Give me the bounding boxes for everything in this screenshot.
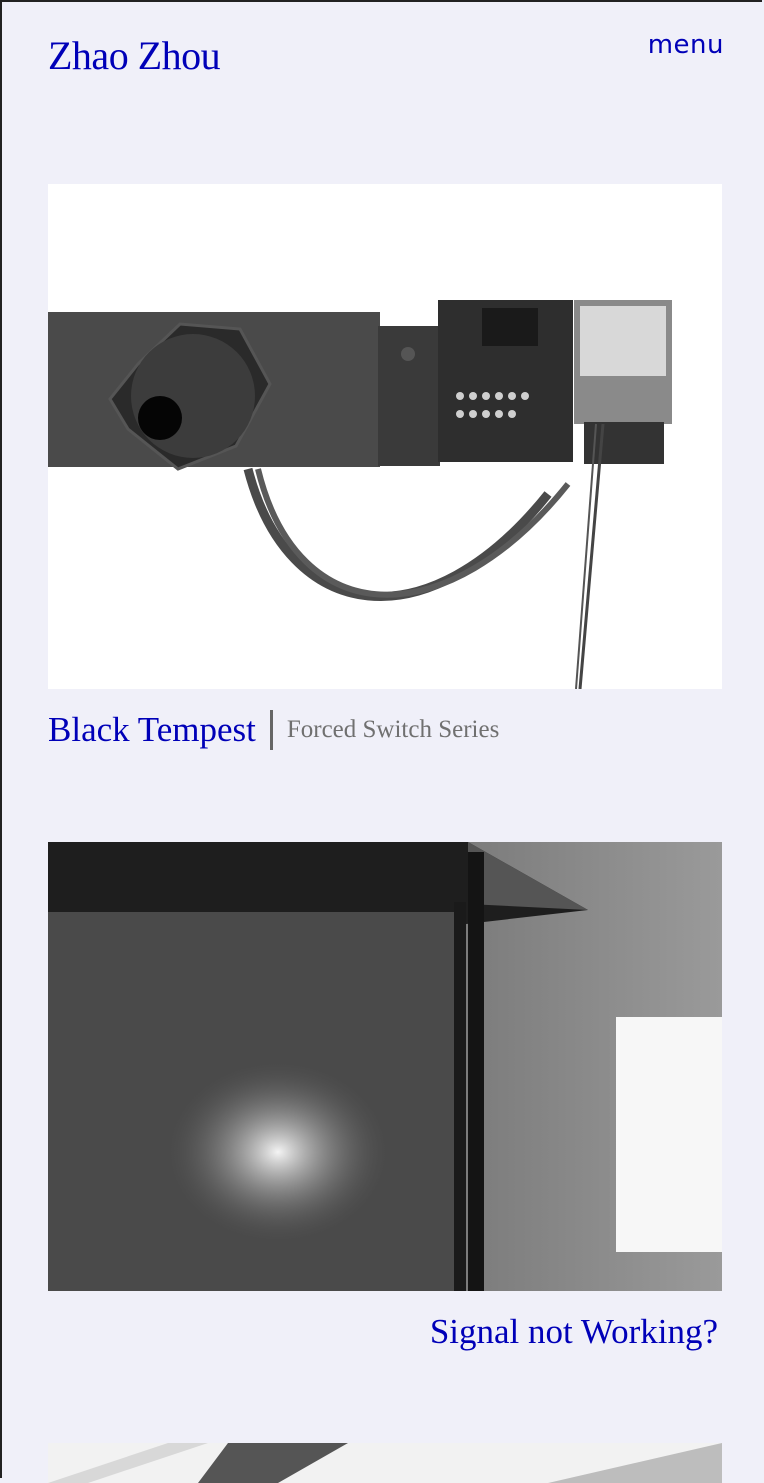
project-image-signal-not-working[interactable] bbox=[48, 842, 722, 1291]
project-series-label: Forced Switch Series bbox=[286, 716, 500, 743]
partial-installation-icon bbox=[48, 1443, 722, 1483]
project-title-link[interactable]: Black Tempest bbox=[48, 710, 256, 750]
glass-panel-icon bbox=[48, 842, 722, 1291]
project-title-link-signal[interactable]: Signal not Working? bbox=[430, 1312, 718, 1352]
project-caption-black-tempest: Black Tempest Forced Switch Series bbox=[48, 710, 499, 750]
speaker-circuit-icon bbox=[48, 184, 722, 689]
site-title-link[interactable]: Zhao Zhou bbox=[48, 32, 221, 79]
menu-button[interactable]: menu bbox=[648, 30, 724, 60]
project-image-third[interactable] bbox=[48, 1443, 722, 1483]
page-frame: Zhao Zhou menu Black Tempest Forced Swit… bbox=[0, 0, 762, 1483]
project-image-black-tempest[interactable] bbox=[48, 184, 722, 689]
caption-divider bbox=[269, 710, 273, 750]
